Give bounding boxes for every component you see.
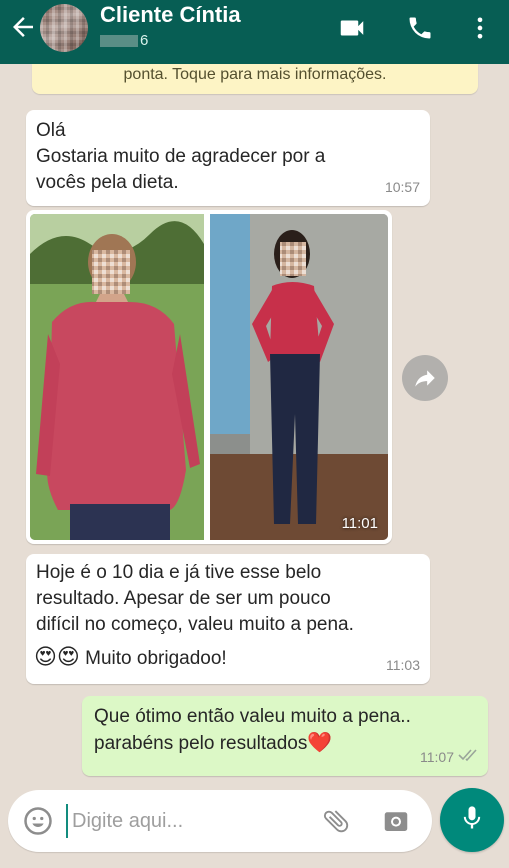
message-content: Que ótimo então valeu muito a pena.. par… <box>94 704 411 757</box>
message-time: 11:07 <box>420 749 454 765</box>
message-time: 11:03 <box>386 657 420 673</box>
image-message[interactable]: 11:01 <box>26 210 392 544</box>
mic-icon <box>458 804 486 837</box>
before-after-photo[interactable]: 11:01 <box>30 214 388 540</box>
message-text: Que ótimo então valeu muito a pena.. par… <box>94 706 411 754</box>
encryption-notice[interactable]: ponta. Toque para mais informações. <box>32 64 478 94</box>
double-check-icon <box>458 744 480 770</box>
more-vert-icon[interactable] <box>462 10 498 46</box>
heart-eyes-emoji: 😍😍 <box>34 644 80 669</box>
notice-text: ponta. Toque para mais informações. <box>123 66 387 83</box>
camera-icon[interactable] <box>380 805 412 837</box>
heart-emoji: ❤️ <box>307 732 333 754</box>
message-composer <box>8 790 432 852</box>
avatar[interactable] <box>40 4 88 52</box>
blurred-status-text <box>100 35 138 48</box>
message-bubble-incoming[interactable]: Hoje é o 10 dia e já tive esse belo resu… <box>26 554 430 684</box>
message-bubble-incoming[interactable]: Olá Gostaria muito de agradecer por a vo… <box>26 110 430 206</box>
contact-name[interactable]: Cliente Cíntia <box>100 2 241 28</box>
back-arrow-icon[interactable] <box>8 12 38 42</box>
message-text-thanks: Muito obrigadoo! <box>79 648 227 669</box>
message-text: Hoje é o 10 dia e já tive esse belo resu… <box>36 562 354 635</box>
photo-image <box>30 214 388 540</box>
video-call-icon[interactable] <box>334 10 370 46</box>
attach-icon[interactable] <box>320 805 352 837</box>
status-text: 6 <box>140 32 149 49</box>
message-input[interactable] <box>66 804 306 838</box>
mic-button[interactable] <box>440 788 504 852</box>
message-emoji-line: 😍😍 Muito obrigadoo! <box>34 644 227 672</box>
chat-header: Cliente Cíntia 6 <box>0 0 509 64</box>
forward-icon[interactable] <box>402 355 448 401</box>
message-text: Olá Gostaria muito de agradecer por a vo… <box>36 120 326 193</box>
contact-status: 6 <box>100 32 148 49</box>
image-time: 11:01 <box>341 515 378 532</box>
message-time: 10:57 <box>384 179 420 195</box>
message-bubble-outgoing[interactable]: Que ótimo então valeu muito a pena.. par… <box>82 696 488 776</box>
phone-icon[interactable] <box>402 10 438 46</box>
emoji-icon[interactable] <box>22 805 54 837</box>
